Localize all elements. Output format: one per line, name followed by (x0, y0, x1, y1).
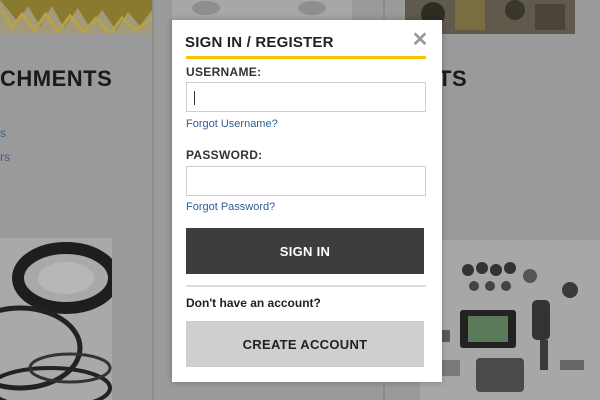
seals-image[interactable] (0, 238, 112, 400)
title-underline (186, 56, 426, 59)
seals-graphic (0, 238, 112, 400)
parts-image[interactable] (172, 0, 352, 22)
text-cursor (194, 91, 195, 105)
forgot-password-link[interactable]: Forgot Password? (186, 201, 275, 213)
forgot-username-link[interactable]: Forgot Username? (186, 118, 278, 130)
products-heading[interactable]: TS (438, 66, 467, 92)
sign-in-button[interactable]: SIGN IN (186, 228, 424, 274)
create-account-button[interactable]: CREATE ACCOUNT (186, 321, 424, 367)
modal-title: SIGN IN / REGISTER (185, 34, 334, 51)
no-account-text: Don't have an account? (186, 296, 321, 310)
close-icon[interactable]: ✕ (410, 29, 430, 51)
attachments-heading[interactable]: CHMENTS (0, 66, 112, 92)
metal-plates-graphic (172, 0, 352, 22)
center-panel (155, 238, 171, 400)
sign-in-modal: SIGN IN / REGISTER ✕ USERNAME: Forgot Us… (172, 20, 442, 382)
username-label: USERNAME: (186, 65, 262, 79)
electronics-image[interactable] (420, 240, 600, 400)
section-divider (186, 285, 426, 287)
attachments-link[interactable]: s (0, 126, 6, 140)
attachments-link[interactable]: rs (0, 150, 10, 164)
password-input[interactable] (186, 166, 426, 196)
username-input[interactable] (186, 82, 426, 112)
electronics-graphic (420, 240, 600, 400)
column-divider (152, 0, 154, 400)
attachments-image[interactable] (0, 0, 152, 34)
password-label: PASSWORD: (186, 148, 263, 162)
bucket-teeth-graphic (0, 0, 152, 34)
